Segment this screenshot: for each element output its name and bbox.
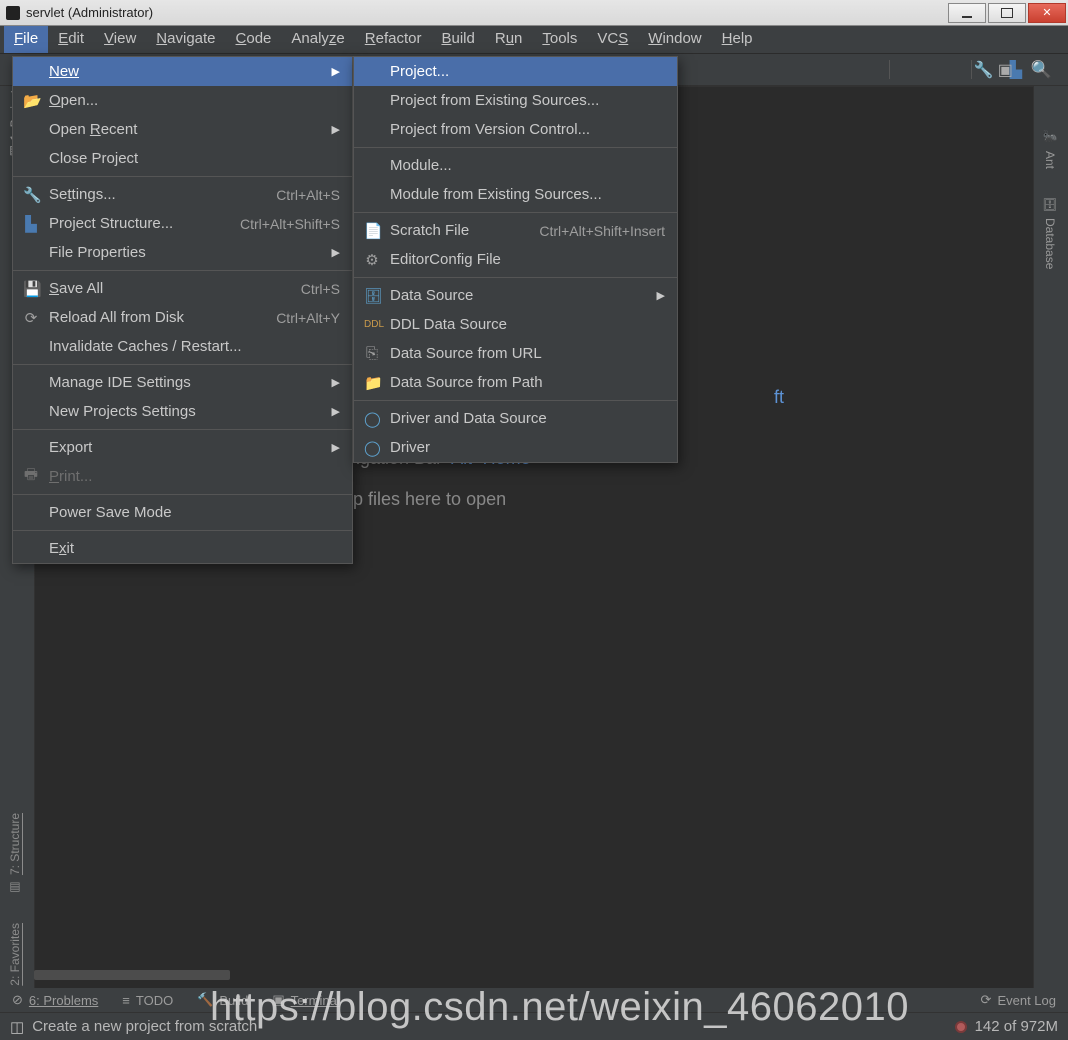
menu-vcs[interactable]: VCS — [587, 26, 638, 53]
toolbar-separator — [889, 60, 890, 79]
search-icon[interactable]: 🔍 — [1031, 60, 1052, 80]
menu-separator — [13, 530, 352, 531]
menuitem-module-from-existing[interactable]: Module from Existing Sources... — [354, 180, 677, 209]
wrench-icon[interactable]: 🔧 — [974, 60, 994, 80]
file-menu-dropdown: New▶ 📂 Open... Open Recent▶ Close Projec… — [12, 56, 353, 564]
menu-file[interactable]: File — [4, 26, 48, 53]
new-submenu: Project... Project from Existing Sources… — [353, 56, 678, 463]
menuitem-project-structure[interactable]: ▙ Project Structure... Ctrl+Alt+Shift+S — [13, 209, 352, 238]
scratch-file-icon: 📄 — [364, 222, 380, 240]
menu-separator — [13, 494, 352, 495]
menuitem-exit[interactable]: Exit — [13, 534, 352, 563]
tool-problems[interactable]: ⊘ 6: Problems — [12, 992, 98, 1008]
menubar: File Edit View Navigate Code Analyze Ref… — [0, 26, 1068, 54]
menu-build[interactable]: Build — [431, 26, 484, 53]
driver-icon: ◯ — [364, 439, 380, 457]
menu-help[interactable]: Help — [712, 26, 763, 53]
menuitem-data-source-path[interactable]: 📁 Data Source from Path — [354, 368, 677, 397]
menu-view[interactable]: View — [94, 26, 146, 53]
tool-database[interactable]: 🗄 Database — [1043, 197, 1057, 270]
menu-navigate[interactable]: Navigate — [146, 26, 225, 53]
menu-separator — [354, 147, 677, 148]
menuitem-save-all[interactable]: 💾 Save All Ctrl+S — [13, 274, 352, 303]
menu-code[interactable]: Code — [226, 26, 282, 53]
app-logo-icon — [6, 6, 20, 20]
right-tool-strip: 🐜 Ant 🗄 Database — [1040, 130, 1060, 269]
menuitem-manage-ide-settings[interactable]: Manage IDE Settings▶ — [13, 368, 352, 397]
menu-refactor[interactable]: Refactor — [355, 26, 432, 53]
menu-run[interactable]: Run — [485, 26, 533, 53]
menuitem-reload-from-disk[interactable]: ⟳ Reload All from Disk Ctrl+Alt+Y — [13, 303, 352, 332]
menuitem-close-project[interactable]: Close Project — [13, 144, 352, 173]
menuitem-open[interactable]: 📂 Open... — [13, 86, 352, 115]
gear-icon: ⚙ — [364, 251, 380, 269]
menuitem-ddl-data-source[interactable]: DDL DDL Data Source — [354, 310, 677, 339]
menuitem-invalidate-caches[interactable]: Invalidate Caches / Restart... — [13, 332, 352, 361]
menuitem-export[interactable]: Export▶ — [13, 433, 352, 462]
menuitem-new-project[interactable]: Project... — [354, 57, 677, 86]
window-maximize-button[interactable] — [988, 3, 1026, 23]
tool-build[interactable]: 🔨 Build — [197, 992, 248, 1008]
project-structure-icon: ▙ — [23, 215, 39, 233]
folder-icon: 📁 — [364, 374, 380, 392]
menu-edit[interactable]: Edit — [48, 26, 94, 53]
menuitem-new-module[interactable]: Module... — [354, 151, 677, 180]
status-side-icon[interactable]: ◫ — [10, 1018, 24, 1036]
toolbar-separator — [971, 60, 972, 79]
menuitem-scratch-file[interactable]: 📄 Scratch File Ctrl+Alt+Shift+Insert — [354, 216, 677, 245]
menu-separator — [13, 270, 352, 271]
menu-separator — [354, 400, 677, 401]
menuitem-file-properties[interactable]: File Properties▶ — [13, 238, 352, 267]
menuitem-new-projects-settings[interactable]: New Projects Settings▶ — [13, 397, 352, 426]
database-icon: 🗄 — [364, 287, 380, 305]
memory-indicator-icon — [955, 1021, 967, 1033]
menu-separator — [13, 429, 352, 430]
menuitem-new[interactable]: New▶ — [13, 57, 352, 86]
folder-open-icon: 📂 — [23, 92, 39, 110]
menuitem-settings[interactable]: 🔧 Settings... Ctrl+Alt+S — [13, 180, 352, 209]
menuitem-print[interactable]: 🖶 Print... — [13, 462, 352, 491]
menu-separator — [13, 364, 352, 365]
tool-todo[interactable]: ≡ TODO — [122, 993, 173, 1008]
menu-separator — [13, 176, 352, 177]
bottom-tool-strip: ⊘ 6: Problems ≡ TODO 🔨 Build ▣ Terminal … — [0, 988, 1068, 1012]
wrench-icon: 🔧 — [23, 186, 39, 204]
menuitem-editorconfig-file[interactable]: ⚙ EditorConfig File — [354, 245, 677, 274]
menuitem-data-source[interactable]: 🗄 Data Source▶ — [354, 281, 677, 310]
menuitem-project-from-vcs[interactable]: Project from Version Control... — [354, 115, 677, 144]
menuitem-data-source-url[interactable]: ⎘ Data Source from URL — [354, 339, 677, 368]
print-icon: 🖶 — [23, 464, 39, 489]
status-bar: ◫ Create a new project from scratch 142 … — [0, 1012, 1068, 1040]
window-title: servlet (Administrator) — [26, 5, 153, 20]
menuitem-open-recent[interactable]: Open Recent▶ — [13, 115, 352, 144]
window-close-button[interactable] — [1028, 3, 1066, 23]
menuitem-driver[interactable]: ◯ Driver — [354, 433, 677, 462]
menuitem-driver-and-data-source[interactable]: ◯ Driver and Data Source — [354, 404, 677, 433]
menuitem-project-from-existing[interactable]: Project from Existing Sources... — [354, 86, 677, 115]
tool-event-log[interactable]: ⟳ Event Log — [981, 992, 1056, 1008]
tool-terminal[interactable]: ▣ Terminal — [272, 992, 339, 1008]
ddl-icon: DDL — [364, 319, 380, 330]
window-titlebar: servlet (Administrator) — [0, 0, 1068, 26]
tool-structure[interactable]: ▤ 7: Structure — [8, 813, 22, 895]
menu-separator — [354, 212, 677, 213]
menu-window[interactable]: Window — [638, 26, 711, 53]
url-icon: ⎘ — [364, 345, 380, 362]
horizontal-scrollbar[interactable] — [34, 970, 230, 980]
reload-icon: ⟳ — [23, 309, 39, 327]
window-minimize-button[interactable] — [948, 3, 986, 23]
menu-analyze[interactable]: Analyze — [281, 26, 354, 53]
menu-tools[interactable]: Tools — [532, 26, 587, 53]
memory-usage-label[interactable]: 142 of 972M — [975, 1018, 1058, 1035]
text-fragment: ft — [774, 387, 784, 408]
tool-ant[interactable]: 🐜 Ant — [1043, 130, 1057, 169]
menu-separator — [354, 277, 677, 278]
status-message: Create a new project from scratch — [32, 1018, 954, 1035]
menuitem-power-save-mode[interactable]: Power Save Mode — [13, 498, 352, 527]
driver-icon: ◯ — [364, 410, 380, 428]
save-icon: 💾 — [23, 280, 39, 298]
run-anything-icon[interactable]: ▣ — [998, 60, 1013, 80]
